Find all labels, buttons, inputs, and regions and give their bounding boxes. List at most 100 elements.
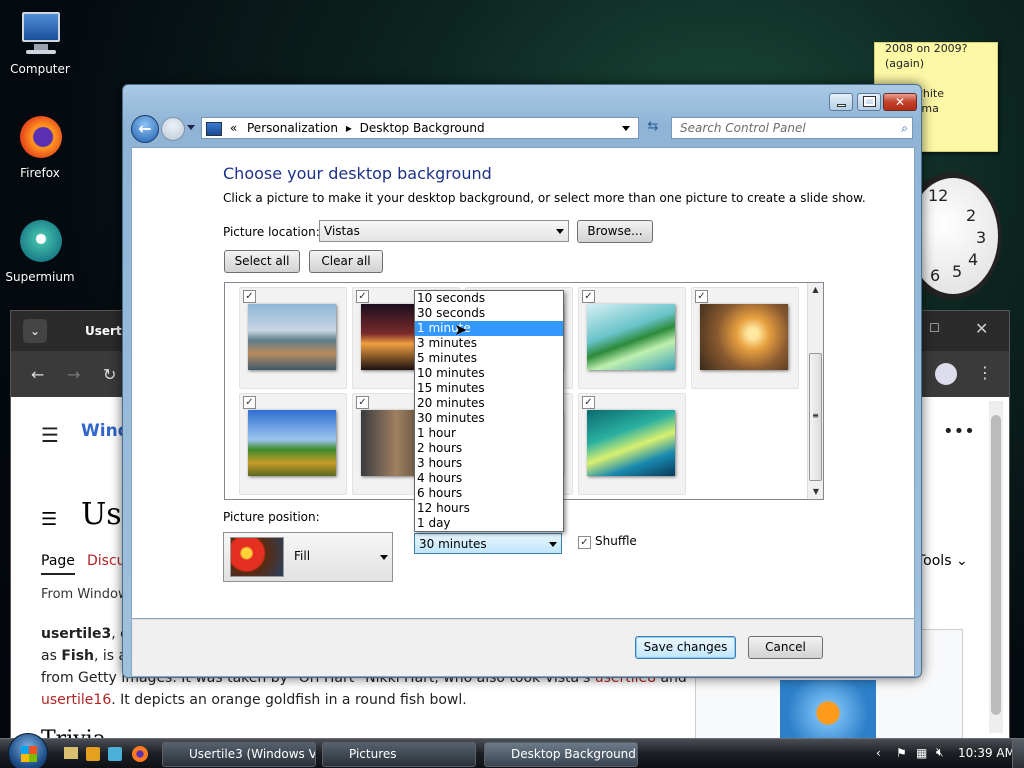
forward-button[interactable]	[161, 117, 185, 141]
interval-option[interactable]: 30 seconds	[415, 306, 563, 321]
wallpaper-tile[interactable]: ✓	[578, 393, 686, 495]
scroll-up-icon[interactable]: ▲	[808, 283, 823, 297]
shuffle-checkbox[interactable]: ✓	[578, 536, 591, 549]
wallpaper-tile[interactable]: ✓	[239, 393, 347, 495]
quicklaunch-switch-icon[interactable]	[108, 747, 122, 761]
interval-option[interactable]: 3 minutes	[415, 336, 563, 351]
interval-option[interactable]: 1 hour	[415, 426, 563, 441]
back-icon[interactable]: ←	[31, 365, 44, 384]
search-icon: ⌕	[901, 121, 908, 135]
show-desktop-button[interactable]	[1012, 739, 1024, 768]
chevron-down-icon	[380, 555, 388, 560]
checkbox[interactable]: ✓	[243, 290, 256, 303]
address-dropdown-icon[interactable]	[622, 126, 630, 131]
quicklaunch-firefox-icon[interactable]	[132, 746, 148, 762]
cancel-button[interactable]: Cancel	[748, 636, 823, 659]
breadcrumb-desktop-background[interactable]: Desktop Background	[360, 121, 485, 135]
desktop-icon-supermium[interactable]: Supermium	[0, 218, 80, 284]
minimize-button[interactable]	[829, 93, 853, 111]
tab-list-button[interactable]: ⌄	[23, 319, 47, 343]
reload-icon[interactable]: ↻	[103, 365, 116, 384]
back-button[interactable]: ←	[131, 115, 159, 143]
back-arrow-icon: ←	[138, 119, 152, 138]
quicklaunch-show-desktop-icon[interactable]	[64, 747, 78, 759]
scroll-down-icon[interactable]: ▼	[808, 485, 824, 499]
menu-icon[interactable]: ⋮	[977, 363, 993, 382]
breadcrumb-overflow[interactable]: «	[230, 121, 237, 135]
wallpaper-tile[interactable]: ✓	[239, 287, 347, 389]
close-button[interactable]: ✕	[883, 93, 917, 111]
interval-option[interactable]: 1 day	[415, 516, 563, 531]
scroll-thumb[interactable]: ≡	[809, 353, 822, 481]
gallery-scrollbar[interactable]: ▲ ≡ ▼	[807, 283, 823, 499]
checkbox[interactable]: ✓	[243, 396, 256, 409]
volume-muted-icon[interactable]: 🔇︎	[936, 745, 944, 760]
browser-scrollbar[interactable]	[989, 401, 1003, 733]
checkbox[interactable]: ✓	[356, 290, 369, 303]
picture-location-label: Picture location:	[223, 225, 320, 239]
browser-close-icon[interactable]: ✕	[975, 319, 988, 338]
interval-option[interactable]: 4 hours	[415, 471, 563, 486]
toc-icon[interactable]: ☰	[41, 509, 57, 530]
hamburger-icon[interactable]: ☰	[41, 423, 59, 447]
tab-page[interactable]: Page	[41, 553, 75, 575]
wallpaper-tile[interactable]: ✓	[691, 287, 799, 389]
position-preview-icon	[230, 537, 284, 577]
quicklaunch-media-icon[interactable]	[86, 747, 100, 761]
windows-logo-icon	[21, 746, 37, 762]
interval-option-selected[interactable]: 1 minute	[415, 321, 563, 336]
clear-all-button[interactable]: Clear all	[309, 250, 383, 273]
checkbox[interactable]: ✓	[582, 290, 595, 303]
interval-option[interactable]: 3 hours	[415, 456, 563, 471]
interval-option[interactable]: 2 hours	[415, 441, 563, 456]
search-input[interactable]: Search Control Panel ⌕	[671, 117, 913, 139]
more-icon[interactable]: •••	[943, 421, 975, 442]
recent-pages-icon[interactable]	[187, 125, 195, 130]
interval-option[interactable]: 10 minutes	[415, 366, 563, 381]
profile-icon[interactable]	[935, 363, 957, 385]
forward-icon[interactable]: →	[67, 365, 80, 384]
clock-time[interactable]: 10:39 AM	[958, 746, 1015, 760]
wallpaper-thumbnail	[587, 410, 675, 476]
action-center-flag-icon[interactable]: ⚑	[896, 746, 907, 760]
browse-button[interactable]: Browse...	[577, 220, 653, 243]
control-panel-icon	[206, 121, 222, 136]
checkbox[interactable]: ✓	[356, 396, 369, 409]
tools-dropdown[interactable]: Tools ⌄	[917, 553, 968, 569]
interval-option[interactable]: 15 minutes	[415, 381, 563, 396]
save-changes-button[interactable]: Save changes	[635, 636, 736, 659]
taskbar-task-pictures[interactable]: Pictures	[322, 742, 476, 767]
desktop-icon-label: Computer	[10, 62, 70, 76]
interval-option[interactable]: 12 hours	[415, 501, 563, 516]
picture-position-select[interactable]: Fill	[223, 532, 393, 582]
picture-location-select[interactable]: Vistas	[319, 220, 569, 242]
interval-option[interactable]: 20 minutes	[415, 396, 563, 411]
desktop-icon-computer[interactable]: Computer	[0, 10, 80, 76]
change-interval-select[interactable]: 30 minutes	[414, 533, 562, 554]
select-all-button[interactable]: Select all	[224, 250, 300, 273]
desktop-icon-firefox[interactable]: Firefox	[0, 114, 80, 180]
interval-option[interactable]: 5 minutes	[415, 351, 563, 366]
network-icon[interactable]: ▦	[916, 746, 927, 760]
checkbox[interactable]: ✓	[582, 396, 595, 409]
refresh-button[interactable]: ⇆	[643, 119, 663, 137]
tray-chevron-icon[interactable]: ‹	[876, 746, 881, 760]
supermium-icon	[16, 218, 64, 266]
desktop-icon-label: Firefox	[20, 166, 60, 180]
wallpaper-tile[interactable]: ✓	[578, 287, 686, 389]
wallpaper-thumbnail	[587, 304, 675, 370]
browser-maximize-icon[interactable]: ☐	[929, 321, 940, 335]
interval-option[interactable]: 6 hours	[415, 486, 563, 501]
checkbox[interactable]: ✓	[695, 290, 708, 303]
interval-option[interactable]: 10 seconds	[415, 291, 563, 306]
taskbar-task-desktop-background[interactable]: Desktop Background	[484, 742, 638, 767]
breadcrumb-personalization[interactable]: Personalization	[247, 121, 338, 135]
shuffle-label[interactable]: Shuffle	[595, 534, 637, 548]
interval-option[interactable]: 30 minutes	[415, 411, 563, 426]
address-bar[interactable]: « Personalization ▸ Desktop Background	[201, 117, 639, 139]
firefox-icon	[16, 114, 64, 162]
interval-dropdown-list[interactable]: 10 seconds 30 seconds 1 minute 3 minutes…	[414, 290, 564, 532]
taskbar-task-browser[interactable]: Usertile3 (Windows V...	[162, 742, 316, 767]
start-button[interactable]	[8, 733, 48, 768]
maximize-button[interactable]	[857, 93, 881, 111]
